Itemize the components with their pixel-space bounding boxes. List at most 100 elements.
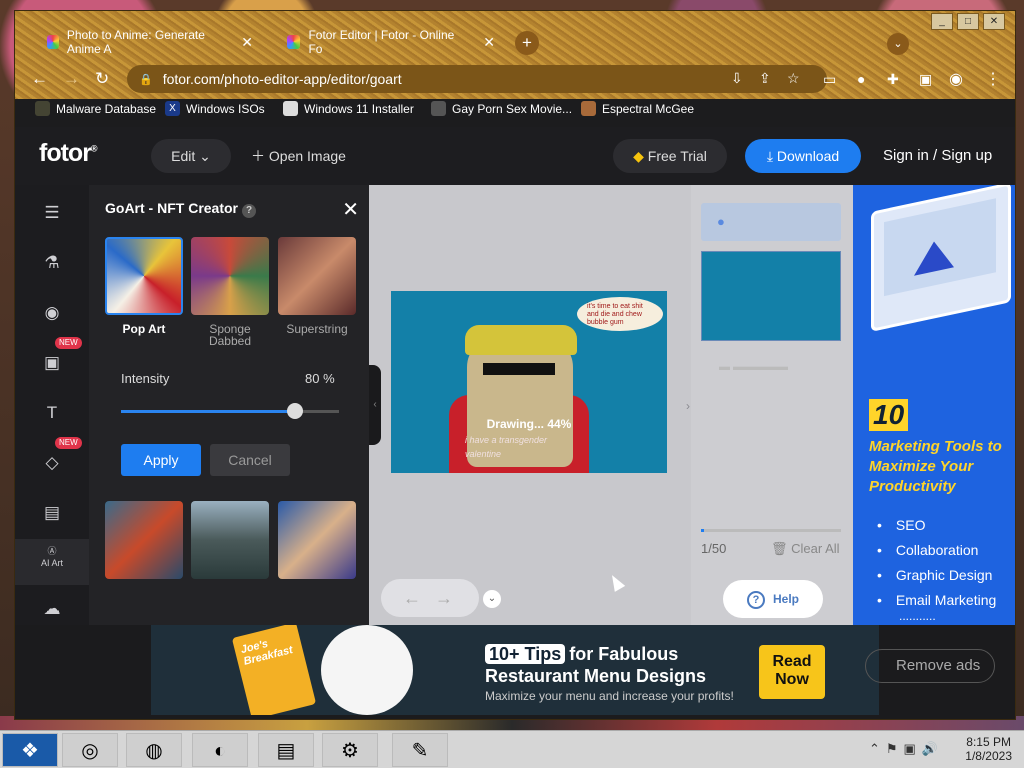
style-superstring[interactable] bbox=[278, 237, 356, 315]
close-panel-icon[interactable]: ✕ bbox=[342, 197, 359, 222]
chrome-taskbar-icon[interactable]: ◎ bbox=[62, 733, 118, 767]
banner-tag: 10+ Tips bbox=[485, 644, 566, 664]
app-header: fotor® Edit ⌄ ＋ Open Image ◆ Free Trial … bbox=[15, 127, 1015, 185]
back-arrow-icon[interactable]: ← bbox=[31, 69, 48, 89]
style-pop-art[interactable] bbox=[105, 237, 183, 315]
collapse-panel-handle[interactable]: ‹ bbox=[369, 365, 381, 445]
clock-date: 1/8/2023 bbox=[965, 749, 1012, 763]
tab-close-icon[interactable]: ✕ bbox=[241, 34, 253, 51]
style-thumbnail[interactable] bbox=[278, 501, 356, 579]
text-icon[interactable]: T bbox=[15, 395, 89, 431]
banner-ad[interactable]: Joe's Breakfast 10+ Tips for Fabulous Res… bbox=[151, 625, 879, 715]
side-panel-icon[interactable]: ▣ bbox=[919, 71, 932, 88]
extensions-puzzle-icon[interactable]: ✚ bbox=[887, 71, 899, 88]
adjust-sliders-icon[interactable]: ☰ bbox=[15, 195, 89, 231]
firefox-taskbar-icon[interactable]: ◍ bbox=[126, 733, 182, 767]
expand-arrow-icon[interactable]: › bbox=[673, 371, 703, 441]
tab-fotor-editor[interactable]: Fotor Editor | Fotor - Online Fo ✕ bbox=[265, 27, 505, 57]
tab-close-icon[interactable]: ✕ bbox=[483, 34, 495, 51]
upload-button[interactable]: ● bbox=[701, 203, 841, 241]
style-thumbnail[interactable] bbox=[191, 501, 269, 579]
reload-icon[interactable]: ↻ bbox=[95, 69, 109, 89]
profile-icon[interactable]: ◉ bbox=[949, 69, 963, 89]
image-upload-icon[interactable]: ▤ bbox=[15, 495, 89, 531]
tab-search-chevron-icon[interactable]: ⌄ bbox=[887, 33, 909, 55]
system-tray-icons[interactable]: ⌃⚑▣🔊 bbox=[869, 741, 944, 757]
slider-knob[interactable] bbox=[287, 403, 304, 419]
address-bar[interactable]: 🔒 fotor.com/photo-editor-app/editor/goar… bbox=[127, 65, 827, 93]
cancel-button[interactable]: Cancel bbox=[210, 444, 290, 476]
bookmark-windows-11-installer[interactable]: Windows 11 Installer bbox=[283, 101, 414, 116]
bookmark-icon bbox=[35, 101, 50, 116]
bookmark-malware-database[interactable]: Malware Database bbox=[35, 101, 156, 116]
remove-ads-button[interactable]: Remove ads bbox=[865, 649, 995, 683]
network-app-icon[interactable]: ⚙ bbox=[322, 733, 378, 767]
free-trial-button[interactable]: ◆ Free Trial bbox=[613, 139, 727, 173]
intensity-slider[interactable] bbox=[121, 403, 339, 419]
new-tab-button[interactable]: + bbox=[515, 31, 539, 55]
menu-kebab-icon[interactable]: ⋮ bbox=[985, 69, 1001, 89]
drawing-progress-text: Drawing... 44% bbox=[486, 417, 572, 431]
style-label: Pop Art bbox=[122, 322, 166, 336]
tab-photo-to-anime[interactable]: Photo to Anime: Generate Anime A ✕ bbox=[25, 27, 263, 57]
forward-arrow-icon[interactable]: → bbox=[63, 69, 80, 89]
share-icon[interactable]: ⇪ bbox=[759, 70, 771, 87]
banner-title-line2: Restaurant Menu Designs bbox=[485, 666, 707, 686]
goart-panel: GoArt - NFT Creator? ✕ Pop Art Sponge Da… bbox=[89, 185, 369, 625]
read-now-button[interactable]: Read Now bbox=[759, 645, 825, 699]
chevron-down-icon[interactable]: ⌄ bbox=[483, 590, 501, 608]
apply-button[interactable]: Apply bbox=[121, 444, 201, 476]
elements-icon[interactable]: ◇ bbox=[15, 445, 89, 481]
style-label: Sponge Dabbed bbox=[208, 322, 252, 348]
frame-icon[interactable]: ▣ bbox=[15, 345, 89, 381]
open-image-label: Open Image bbox=[268, 148, 346, 164]
fotor-logo[interactable]: fotor® bbox=[39, 139, 98, 168]
chart-triangle-illustration bbox=[914, 237, 954, 276]
bookmark-movie[interactable]: Gay Porn Sex Movie... bbox=[431, 101, 572, 116]
install-app-icon[interactable]: ⇩ bbox=[731, 70, 743, 87]
artwork-glasses bbox=[483, 363, 555, 375]
beauty-flask-icon[interactable]: ⚗ bbox=[15, 245, 89, 281]
eye-icon[interactable]: ◉ bbox=[15, 295, 89, 331]
close-window-button[interactable]: ✕ bbox=[983, 13, 1005, 30]
banner-subtitle: Maximize your menu and increase your pro… bbox=[485, 689, 734, 703]
minimize-button[interactable]: _ bbox=[931, 13, 953, 30]
edit-label: Edit bbox=[171, 148, 196, 164]
clear-all-label: Clear All bbox=[791, 541, 840, 556]
download-button[interactable]: ⤓ Download bbox=[745, 139, 861, 173]
style-sponge-dabbed[interactable] bbox=[191, 237, 269, 315]
app-taskbar-icon[interactable]: ◐ bbox=[192, 733, 248, 767]
side-ad[interactable]: 10 Marketing Tools to Maximize Your Prod… bbox=[853, 185, 1015, 625]
open-image-button[interactable]: ＋ Open Image bbox=[251, 139, 346, 173]
history-sidebar: › ● ▬ ▬▬▬▬▬ 1/50 🗑 Clear All ? Help bbox=[686, 185, 853, 625]
ai-art-icon: Ⓐ bbox=[47, 546, 57, 556]
help-button[interactable]: ? Help bbox=[723, 580, 823, 618]
paint-app-icon[interactable]: ✎ bbox=[392, 733, 448, 767]
ai-art-button[interactable]: Ⓐ AI Art bbox=[15, 539, 89, 585]
style-thumbnail[interactable] bbox=[105, 501, 183, 579]
undo-redo-buttons[interactable]: ←→ bbox=[381, 579, 479, 617]
maximize-button[interactable]: □ bbox=[957, 13, 979, 30]
bookmark-windows-isos[interactable]: X Windows ISOs bbox=[165, 101, 265, 116]
history-progress bbox=[701, 529, 841, 532]
extension-flag-icon[interactable]: ▭ bbox=[823, 71, 836, 88]
fotor-favicon-icon bbox=[287, 35, 301, 49]
cloud-icon[interactable]: ☁ bbox=[15, 591, 89, 627]
bookmark-label: Malware Database bbox=[56, 101, 157, 116]
history-thumbnail[interactable] bbox=[701, 251, 841, 341]
edit-menu-button[interactable]: Edit ⌄ bbox=[151, 139, 231, 173]
help-circle-icon[interactable]: ? bbox=[242, 204, 256, 218]
bookmark-icon bbox=[581, 101, 596, 116]
file-explorer-icon[interactable]: ▤ bbox=[258, 733, 314, 767]
clock[interactable]: 8:15 PM 1/8/2023 bbox=[965, 735, 1012, 763]
extension-avatar-icon[interactable]: ● bbox=[857, 71, 865, 87]
menu-card-illustration: Joe's Breakfast bbox=[231, 625, 317, 715]
clear-all-button[interactable]: 🗑 Clear All bbox=[771, 541, 840, 557]
bookmark-espectral-mcgee[interactable]: Espectral McGee bbox=[581, 101, 694, 116]
question-icon: ? bbox=[747, 591, 765, 609]
bookmark-star-icon[interactable]: ☆ bbox=[787, 70, 800, 87]
start-button[interactable]: ❖ bbox=[2, 733, 58, 767]
ad-number: 10 bbox=[869, 399, 909, 431]
history-counter: 1/50 bbox=[701, 541, 727, 556]
sign-in-link[interactable]: Sign in / Sign up bbox=[883, 139, 992, 173]
